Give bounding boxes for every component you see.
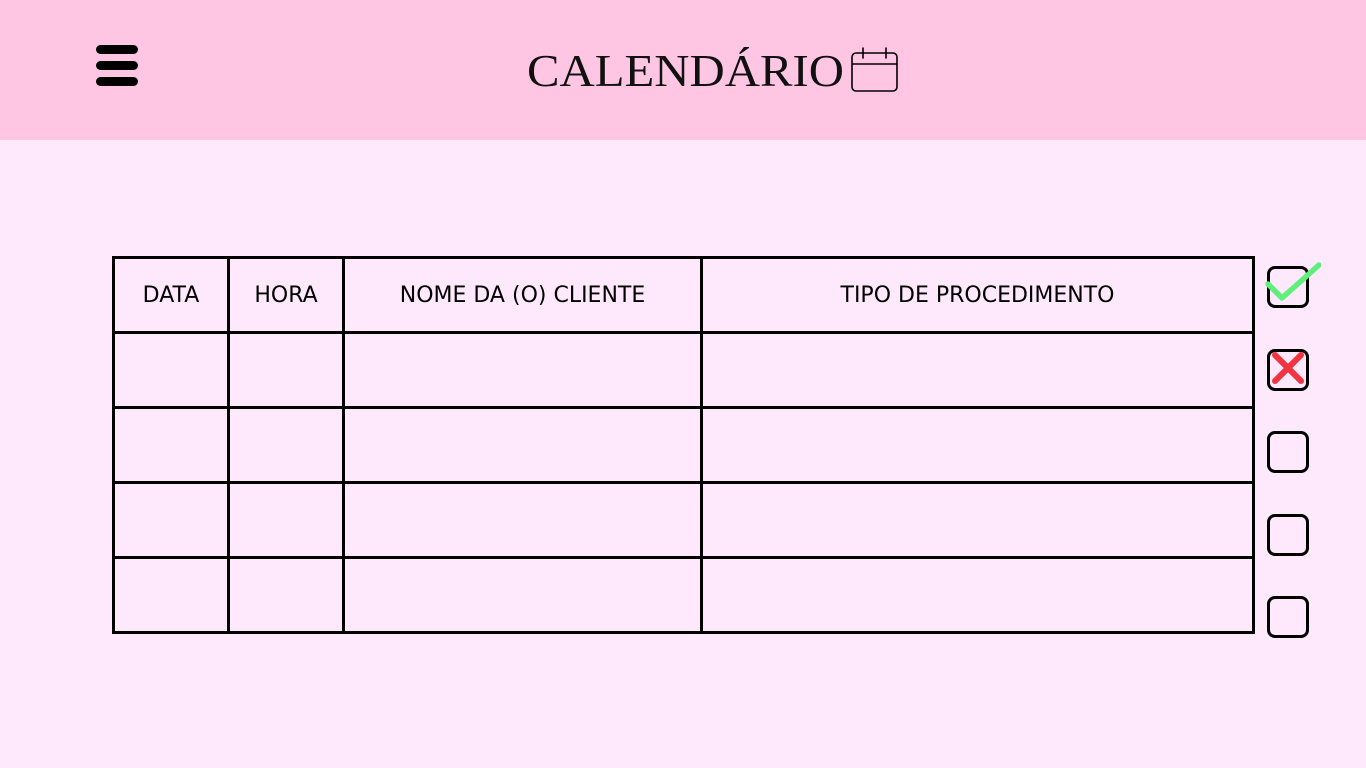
page-title: CALENDÁRIO bbox=[527, 45, 844, 96]
cell-data[interactable] bbox=[112, 406, 230, 484]
cell-hora[interactable] bbox=[227, 331, 345, 409]
cell-cliente[interactable] bbox=[342, 481, 703, 559]
cell-hora[interactable] bbox=[227, 556, 345, 634]
table-row bbox=[112, 331, 1255, 409]
cell-data[interactable] bbox=[112, 556, 230, 634]
status-checkbox[interactable] bbox=[1267, 431, 1309, 473]
cell-cliente[interactable] bbox=[342, 331, 703, 409]
cell-data[interactable] bbox=[112, 331, 230, 409]
table-row bbox=[112, 406, 1255, 484]
column-header-data: DATA bbox=[112, 256, 230, 334]
cell-hora[interactable] bbox=[227, 406, 345, 484]
column-header-procedimento: TIPO DE PROCEDIMENTO bbox=[700, 256, 1255, 334]
cell-procedimento[interactable] bbox=[700, 331, 1255, 409]
status-checkbox-cancelled[interactable] bbox=[1267, 349, 1309, 391]
table-header-row: DATA HORA NOME DA (O) CLIENTE TIPO DE PR… bbox=[112, 256, 1255, 334]
table-row bbox=[112, 556, 1255, 634]
status-checkbox[interactable] bbox=[1267, 596, 1309, 638]
status-checkbox-confirmed[interactable] bbox=[1267, 266, 1309, 308]
cell-procedimento[interactable] bbox=[700, 556, 1255, 634]
cell-cliente[interactable] bbox=[342, 556, 703, 634]
cell-data[interactable] bbox=[112, 481, 230, 559]
header-bar: CALENDÁRIO bbox=[0, 0, 1366, 140]
cell-hora[interactable] bbox=[227, 481, 345, 559]
status-checkbox[interactable] bbox=[1267, 514, 1309, 556]
menu-button[interactable] bbox=[96, 45, 138, 86]
table-row bbox=[112, 481, 1255, 559]
cell-cliente[interactable] bbox=[342, 406, 703, 484]
calendar-icon bbox=[851, 47, 898, 92]
hamburger-line bbox=[96, 77, 138, 86]
cell-procedimento[interactable] bbox=[700, 406, 1255, 484]
cell-procedimento[interactable] bbox=[700, 481, 1255, 559]
hamburger-line bbox=[96, 61, 138, 70]
column-header-hora: HORA bbox=[227, 256, 345, 334]
column-header-cliente: NOME DA (O) CLIENTE bbox=[342, 256, 703, 334]
appointments-table: DATA HORA NOME DA (O) CLIENTE TIPO DE PR… bbox=[112, 256, 1255, 634]
page-title-row: CALENDÁRIO bbox=[527, 42, 844, 100]
hamburger-menu-icon bbox=[96, 45, 138, 54]
